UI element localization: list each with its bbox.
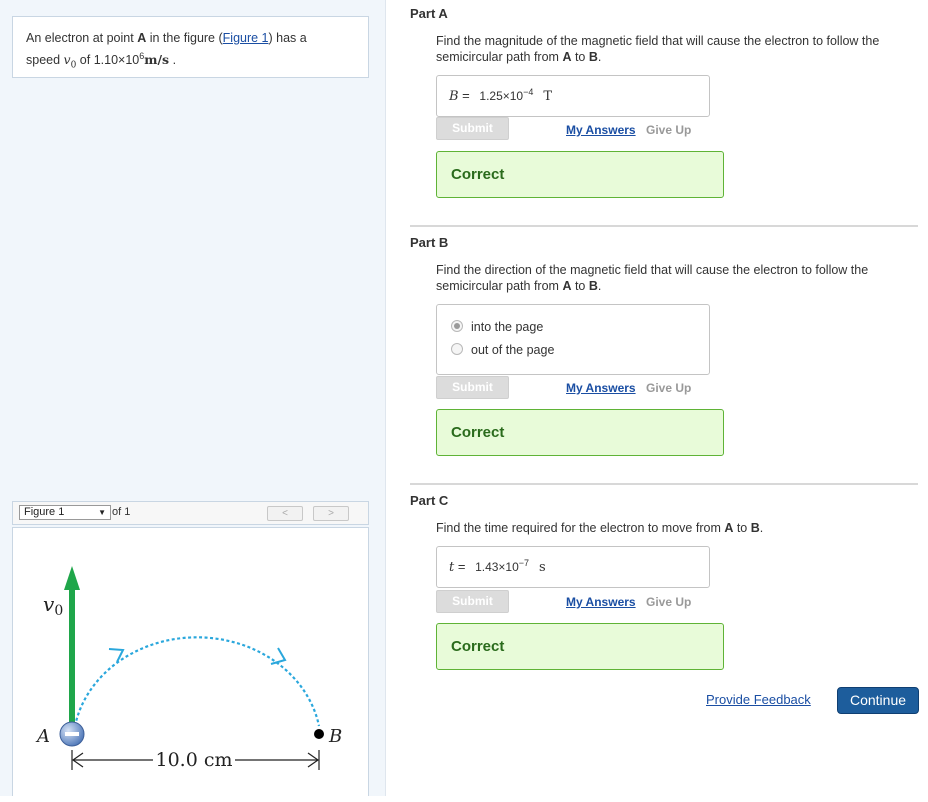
option-out-of-page[interactable]: out of the page xyxy=(451,343,554,357)
answer-value: 1.43×10−7 xyxy=(475,558,530,574)
dropdown-arrow-icon: ▼ xyxy=(98,508,106,517)
problem-text: ) has a xyxy=(268,31,307,45)
figure-panel: v0 A B 10.0 cm xyxy=(12,527,369,796)
part-c-title: Part C xyxy=(410,493,449,508)
part-a-submit-button[interactable]: Submit xyxy=(436,117,509,140)
path-arrow-right xyxy=(270,647,287,665)
part-c-give-up-link[interactable]: Give Up xyxy=(646,595,691,609)
part-c-answer: t = 1.43×10−7 s xyxy=(449,558,546,575)
distance-label: 10.0 cm xyxy=(155,749,232,771)
part-b-answer-box: into the page out of the page xyxy=(436,304,710,375)
figure-link[interactable]: Figure 1 xyxy=(223,31,269,45)
part-divider xyxy=(410,225,918,227)
answer-value: 1.25×10−4 xyxy=(479,87,534,103)
point-b-label: B xyxy=(328,726,342,747)
part-b-give-up-link[interactable]: Give Up xyxy=(646,381,691,395)
problem-statement: An electron at point A in the figure (Fi… xyxy=(12,16,369,78)
v0-label: v0 xyxy=(43,592,63,619)
problem-text: . xyxy=(169,53,177,68)
figure-navigator: Figure 1 ▼ of 1 < > xyxy=(12,501,369,525)
part-b-my-answers-link[interactable]: My Answers xyxy=(566,381,636,395)
minus-sign-icon xyxy=(65,732,79,736)
part-b-correct-feedback: Correct xyxy=(436,409,724,456)
left-panel: An electron at point A in the figure (Fi… xyxy=(0,0,386,796)
point-b-dot xyxy=(314,729,324,739)
part-a-answer-box: B = 1.25×10−4 T xyxy=(436,75,710,117)
part-c-submit-button[interactable]: Submit xyxy=(436,590,509,613)
figure-count: of 1 xyxy=(112,506,131,518)
semicircular-path xyxy=(73,636,321,727)
path-arrow-left xyxy=(108,648,125,663)
v0-symbol: v0 xyxy=(63,52,77,71)
part-divider xyxy=(410,483,918,485)
part-a-give-up-link[interactable]: Give Up xyxy=(646,123,691,137)
problem-text: An electron at point xyxy=(26,31,138,45)
next-figure-button[interactable]: > xyxy=(313,506,349,521)
problem-text: speed xyxy=(26,53,64,68)
part-c-correct-feedback: Correct xyxy=(436,623,724,670)
part-a-question: Find the magnitude of the magnetic field… xyxy=(436,34,880,64)
part-a-my-answers-link[interactable]: My Answers xyxy=(566,123,636,137)
speed-units: m/s xyxy=(144,52,170,68)
speed-value: of 1.10×10 xyxy=(76,53,140,68)
questions-panel: Part A Find the magnitude of the magneti… xyxy=(386,0,928,796)
part-a-correct-feedback: Correct xyxy=(436,151,724,198)
chevron-left-icon: < xyxy=(282,508,288,519)
part-c-answer-box: t = 1.43×10−7 s xyxy=(436,546,710,588)
part-c-question: Find the time required for the electron … xyxy=(436,521,764,535)
prev-figure-button[interactable]: < xyxy=(267,506,303,521)
point-a-label: A xyxy=(137,31,147,45)
radio-selected-icon[interactable] xyxy=(451,320,463,332)
problem-text: in the figure ( xyxy=(146,31,223,45)
part-a-title: Part A xyxy=(410,6,448,21)
figure-select-value: Figure 1 xyxy=(24,506,65,518)
figure-select[interactable]: Figure 1 ▼ xyxy=(19,505,111,520)
chevron-right-icon: > xyxy=(328,508,334,519)
provide-feedback-link[interactable]: Provide Feedback xyxy=(706,692,811,707)
point-a-label: A xyxy=(35,726,50,747)
answer-unit: s xyxy=(539,560,546,575)
part-a-answer: B = 1.25×10−4 T xyxy=(449,87,553,104)
part-b-title: Part B xyxy=(410,235,449,250)
continue-button[interactable]: Continue xyxy=(837,687,919,714)
part-b-submit-button[interactable]: Submit xyxy=(436,376,509,399)
answer-unit: T xyxy=(543,89,553,104)
option-into-page[interactable]: into the page xyxy=(451,320,543,334)
part-b-question: Find the direction of the magnetic field… xyxy=(436,263,869,293)
radio-unselected-icon[interactable] xyxy=(451,343,463,355)
part-c-my-answers-link[interactable]: My Answers xyxy=(566,595,636,609)
figure-1-diagram: v0 A B 10.0 cm xyxy=(35,566,342,771)
velocity-arrow xyxy=(64,566,80,734)
answer-variable: B xyxy=(449,89,459,104)
